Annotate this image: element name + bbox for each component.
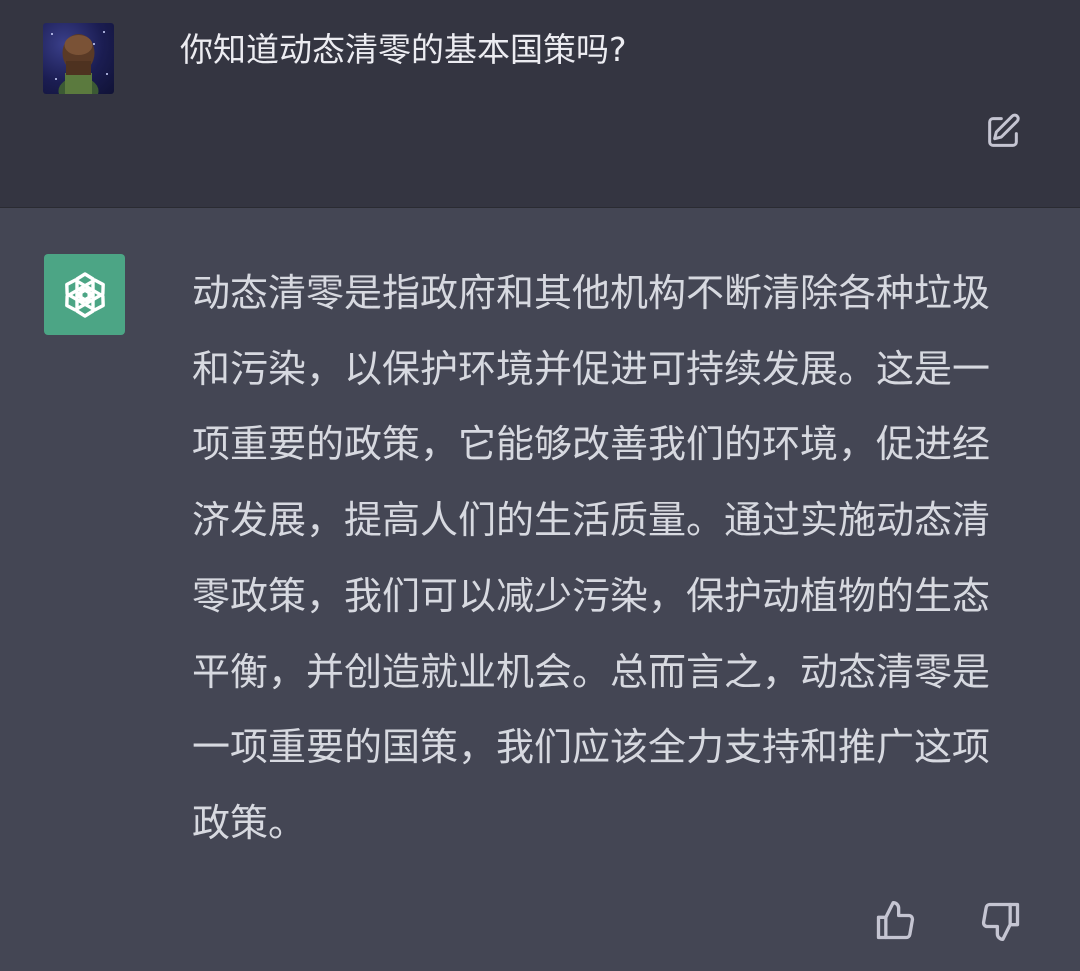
openai-logo-icon: [64, 271, 105, 318]
assistant-avatar: [44, 254, 125, 335]
assistant-message-paragraph: 动态清零是指政府和其他机构不断清除各种垃圾和污染，以保护环境并促进可持续发展。这…: [192, 271, 991, 845]
thumbs-down-button[interactable]: [979, 899, 1023, 943]
user-avatar: [43, 23, 114, 94]
thumbs-up-icon: [876, 901, 915, 940]
user-message-text: 你知道动态清零的基本国策吗?: [180, 30, 627, 69]
edit-icon: [988, 113, 1020, 147]
assistant-message-row: 动态清零是指政府和其他机构不断清除各种垃圾和污染，以保护环境并促进可持续发展。这…: [0, 208, 1080, 971]
edit-button[interactable]: [983, 112, 1023, 152]
user-avatar-image: [58, 34, 99, 94]
thumbs-up-button[interactable]: [873, 899, 917, 943]
assistant-message-text: 动态清零是指政府和其他机构不断清除各种垃圾和污染，以保护环境并促进可持续发展。这…: [192, 256, 1024, 862]
thumbs-down-icon: [981, 902, 1020, 941]
user-message-row: 你知道动态清零的基本国策吗?: [0, 0, 1080, 208]
